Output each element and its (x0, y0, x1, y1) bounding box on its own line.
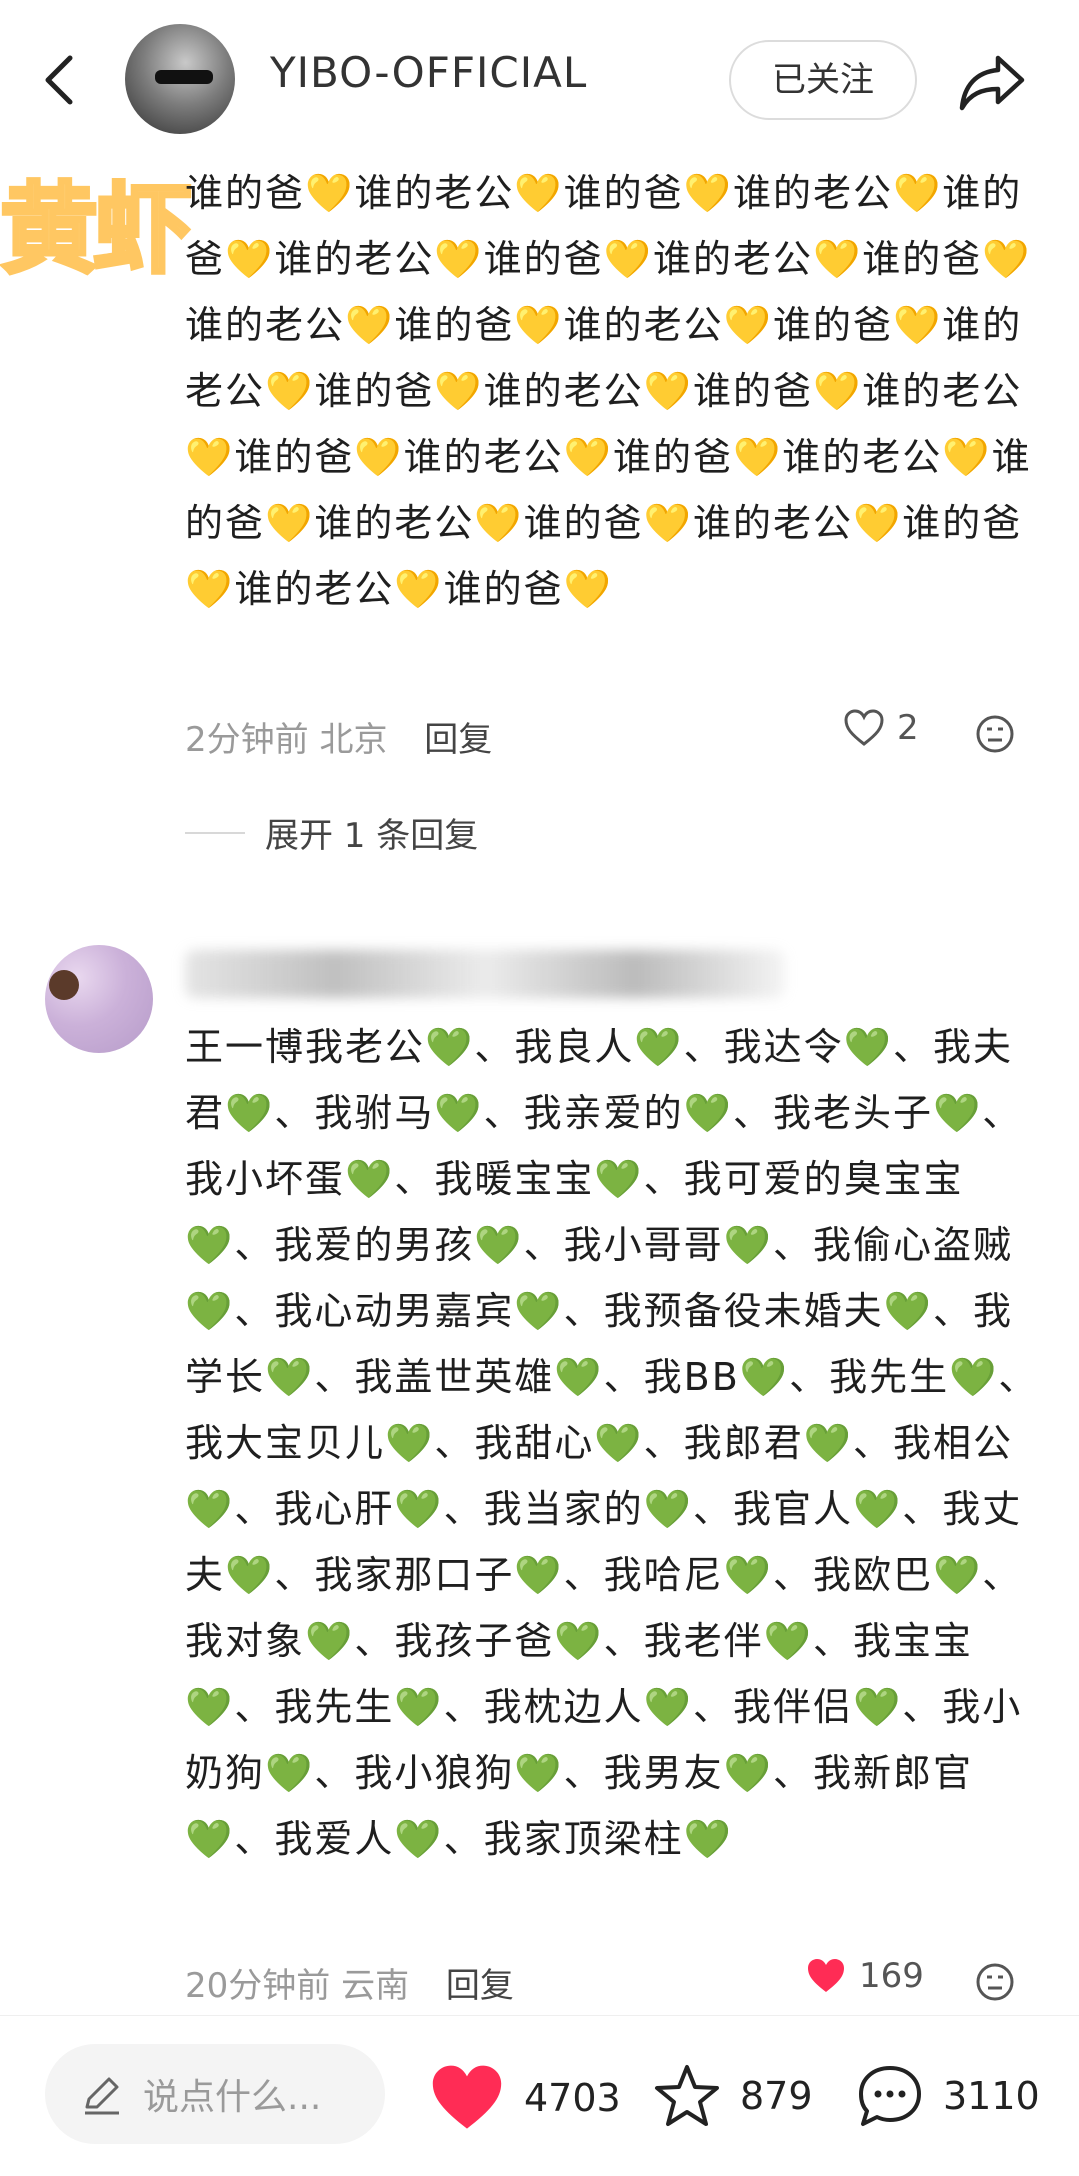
comment-1-like-button[interactable]: 2 (843, 708, 919, 748)
expand-replies-label: 展开 1 条回复 (265, 816, 479, 856)
divider-line (185, 831, 245, 834)
back-arrow-icon[interactable] (40, 50, 80, 110)
comment-1-meta: 2分钟前 北京 回复 (185, 712, 492, 761)
post-like-count: 4703 (524, 2076, 621, 2120)
watermark-logo: 黄虾 (0, 171, 194, 289)
comment-1-reply-button[interactable]: 回复 (424, 720, 492, 760)
comment-1-like-count: 2 (897, 708, 919, 748)
post-comment-count: 3110 (943, 2074, 1040, 2118)
comment-2-text: 王一博我老公💚、我良人💚、我达令💚、我夫君💚、我驸马💚、我亲爱的💚、我老头子💚、… (185, 1025, 1039, 1861)
star-icon (655, 2065, 719, 2126)
comment-2-time: 20分钟前 (185, 1966, 331, 2006)
comment-input[interactable]: 说点什么... (45, 2044, 385, 2144)
emoji-reaction-icon[interactable] (975, 714, 1015, 754)
comment-1-location: 北京 (319, 720, 388, 760)
share-icon[interactable] (958, 52, 1028, 112)
top-bar: YIBO-OFFICIAL 已关注 (0, 0, 1079, 160)
comment-2-like-button[interactable]: 169 (805, 1956, 924, 1996)
comment-2-like-count: 169 (859, 1956, 924, 1996)
comment-1-time: 2分钟前 (185, 720, 309, 760)
emoji-reaction-icon[interactable] (975, 1962, 1015, 2002)
comment-bubble-icon (859, 2066, 921, 2126)
bottom-action-bar: 说点什么... 4703 879 3110 (0, 2015, 1079, 2176)
heart-filled-icon (432, 2065, 502, 2129)
post-favorite-button[interactable]: 879 (652, 2062, 813, 2130)
author-username[interactable]: YIBO-OFFICIAL (270, 48, 587, 97)
heart-filled-icon (808, 1959, 844, 1992)
author-avatar[interactable] (125, 24, 235, 134)
expand-replies-button[interactable]: 展开 1 条回复 (185, 808, 478, 857)
comment-2-reply-button[interactable]: 回复 (446, 1966, 514, 2006)
sunglasses-detail (155, 70, 213, 84)
comment-2-location: 云南 (341, 1966, 410, 2006)
post-like-button[interactable]: 4703 (428, 2062, 621, 2134)
post-comment-button[interactable]: 3110 (855, 2062, 1040, 2130)
comment-2-meta: 20分钟前 云南 回复 (185, 1958, 514, 2007)
comment-1-text: 谁的爸💛谁的老公💛谁的爸💛谁的老公💛谁的爸💛谁的老公💛谁的爸💛谁的老公💛谁的爸💛… (185, 171, 1032, 611)
pencil-icon (85, 2077, 119, 2115)
follow-button[interactable]: 已关注 (729, 40, 917, 120)
heart-outline-icon (844, 709, 884, 746)
post-favorite-count: 879 (740, 2074, 813, 2118)
commenter-avatar[interactable] (45, 945, 153, 1053)
comment-input-placeholder: 说点什么... (143, 2077, 322, 2118)
avatar-emblem (49, 970, 79, 1000)
commenter-name-blurred (185, 950, 785, 998)
comment-1-body: 谁的爸💛谁的老公💛谁的爸💛谁的老公💛谁的爸💛谁的老公💛谁的爸💛谁的老公💛谁的爸💛… (185, 160, 1045, 690)
